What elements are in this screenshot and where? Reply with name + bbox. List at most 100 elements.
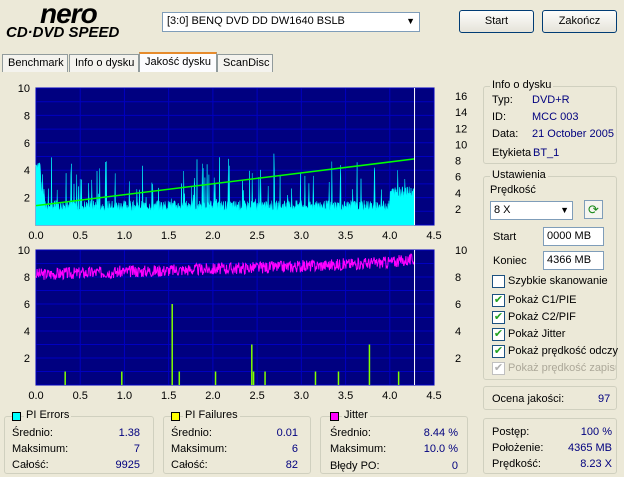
speed-select[interactable]: 8 X ▼ [490,201,573,220]
position-label: Położenie: [492,442,544,454]
x-tick-label: 0.0 [28,230,43,242]
pi-errors-title: PI Errors [24,409,72,421]
quick-scan-checkbox[interactable] [492,275,505,288]
x-tick-label: 3.5 [338,230,353,242]
quality-score-label: Ocena jakości: [492,393,565,405]
quick-scan-label: Szybkie skanowanie [508,275,608,287]
y-tick-label-left: 10 [18,83,30,95]
x-tick-label: 1.0 [117,390,132,402]
pi-failures-avg: 0.01 [276,427,298,439]
jitter-avg-label: Średnio: [330,427,371,439]
jitter-max-label: Maksimum: [330,443,387,455]
pi-failures-swatch [171,412,180,421]
x-tick-label: 2.0 [205,390,220,402]
x-tick-label: 4.5 [426,390,441,402]
tab-disc-quality[interactable]: Jakość dysku [139,52,217,73]
y-tick-label-left: 4 [24,165,30,177]
x-tick-label: 2.5 [249,390,264,402]
pi-failures-max: 6 [291,443,298,455]
chart-panel: 0.0 0.5 1.0 1.5 2.0 2.5 3.0 3.5 4.0 4.5 2 4 6 8 10 2 4 6 8… [2,72,480,406]
y-tick-label-left: 10 [18,245,30,257]
tab-scandisc[interactable]: ScanDisc [217,54,273,72]
show-jitter-label: Pokaż Jitter [508,328,566,340]
show-c2-label: Pokaż C2/PIF [508,311,576,323]
current-speed-value: 8.23 X [580,458,612,470]
nero-logo: nero CD·DVD SPEED [4,0,154,42]
po-errors-value: 0 [451,460,458,472]
type-label: Typ: [492,94,513,106]
y-tick-label-right: 8 [455,272,461,284]
current-speed-label: Prędkość: [492,458,541,470]
y-tick-label-right: 14 [455,107,467,119]
date-label: Data: [492,128,519,140]
x-tick-label: 3.5 [338,390,353,402]
jitter-title: Jitter [342,409,370,421]
x-tick-label: 3.0 [294,390,309,402]
jitter-swatch [330,412,339,421]
end-input[interactable]: 4366 MB [543,251,604,270]
end-label: Koniec [493,255,527,267]
y-tick-label-right: 6 [455,299,461,311]
start-label: Start [493,231,517,243]
y-tick-label-right: 6 [455,172,461,184]
y-tick-label-right: 12 [455,123,467,135]
jitter-max: 10.0 % [423,443,458,455]
y-tick-label-left: 2 [24,353,30,365]
show-read-speed-label: Pokaż prędkość odczy [508,345,619,357]
y-tick-label-left: 8 [24,110,30,122]
tab-benchmark[interactable]: Benchmark [2,54,68,72]
tag-label: Etykieta [492,147,532,159]
show-read-speed-checkbox[interactable]: ✔ [492,345,505,358]
id-value: MCC 003 [532,111,579,123]
y-tick-label-left: 6 [24,299,30,311]
pi-errors-total-label: Całość: [12,459,49,471]
x-tick-label: 0.0 [28,390,43,402]
pi-errors-swatch [12,412,21,421]
quality-charts: 0.0 0.5 1.0 1.5 2.0 2.5 3.0 3.5 4.0 4.5 2 4 6 8 10 2 4 6 8… [18,83,468,402]
x-tick-label: 1.0 [117,230,132,242]
pi-errors-max-label: Maksimum: [12,443,69,455]
pi-errors-avg-label: Średnio: [12,427,53,439]
pi-failures-avg-label: Średnio: [171,427,212,439]
speed-label: Prędkość [490,184,536,196]
x-tick-label: 4.5 [426,230,441,242]
quit-button[interactable]: Zakończ [542,10,617,33]
progress-value: 100 % [580,426,612,438]
drive-select-value: [3:0] BENQ DVD DD DW1640 BSLB [167,15,345,27]
x-tick-label: 4.0 [382,390,397,402]
position-value: 4365 MB [567,442,612,454]
type-value: DVD+R [532,94,570,106]
y-tick-label-right: 2 [455,353,461,365]
refresh-icon[interactable]: ⟳ [584,200,603,219]
y-tick-label-left: 4 [24,326,30,338]
pi-failures-total-label: Całość: [171,459,208,471]
x-tick-label: 0.5 [73,230,88,242]
y-tick-label-right: 2 [455,204,461,216]
show-write-speed-label: Pokaż prędkość zapisu [508,362,616,374]
show-c1-checkbox[interactable]: ✔ [492,294,505,307]
x-tick-label: 2.0 [205,230,220,242]
y-tick-label-left: 2 [24,193,30,205]
start-button[interactable]: Start [459,10,534,33]
y-tick-label-right: 4 [455,326,461,338]
show-c2-checkbox[interactable]: ✔ [492,311,505,324]
id-label: ID: [492,111,507,123]
pi-failures-title: PI Failures [183,409,240,421]
drive-select[interactable]: [3:0] BENQ DVD DD DW1640 BSLB ▼ [162,12,420,32]
x-tick-label: 1.5 [161,390,176,402]
chevron-down-icon[interactable]: ▼ [560,205,569,215]
x-tick-label: 0.5 [73,390,88,402]
start-input[interactable]: 0000 MB [543,227,604,246]
show-jitter-checkbox[interactable]: ✔ [492,328,505,341]
chevron-down-icon[interactable]: ▼ [406,16,415,26]
pi-errors-total: 9925 [115,459,140,471]
tab-disc-info[interactable]: Info o dysku [69,54,139,72]
jitter-avg: 8.44 % [423,427,458,439]
pi-failures-max-label: Maksimum: [171,443,228,455]
y-tick-label-right: 10 [455,139,467,151]
settings-title: Ustawienia [490,169,548,181]
y-tick-label-left: 6 [24,138,30,150]
disc-info-title: Info o dysku [490,79,554,91]
pi-errors-avg: 1.38 [118,427,140,439]
show-c1-label: Pokaż C1/PIE [508,294,577,306]
